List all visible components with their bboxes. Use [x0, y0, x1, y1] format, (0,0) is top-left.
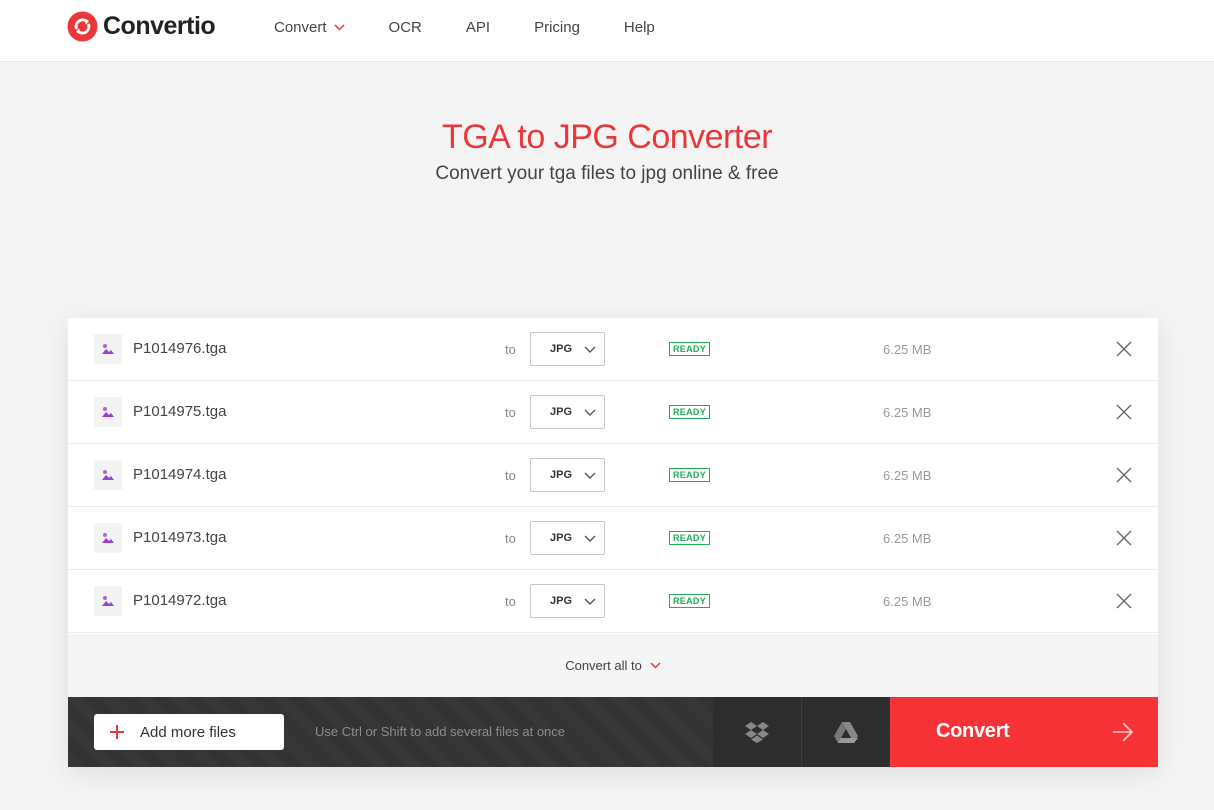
- nav-ocr[interactable]: OCR: [389, 19, 422, 36]
- multi-select-hint: Use Ctrl or Shift to add several files a…: [315, 724, 566, 739]
- nav-pricing-label: Pricing: [534, 18, 580, 36]
- nav-convert[interactable]: Convert: [274, 19, 345, 36]
- file-size: 6.25 MB: [883, 531, 932, 546]
- logo-text: Convertio: [103, 12, 216, 40]
- chevron-down-icon: [650, 662, 661, 669]
- format-select[interactable]: JPG: [530, 332, 605, 366]
- to-label: to: [505, 594, 516, 609]
- plus-icon: [110, 725, 124, 739]
- image-file-icon: [94, 397, 122, 427]
- add-more-files-label: Add more files: [140, 723, 236, 741]
- file-name: P1014973.tga: [133, 529, 227, 546]
- to-label: to: [505, 468, 516, 483]
- file-row: P1014974.tga to JPG READY 6.25 MB: [68, 444, 1158, 507]
- format-value: JPG: [550, 595, 573, 607]
- image-file-icon: [94, 460, 122, 490]
- convertio-logo-icon: [67, 11, 98, 42]
- format-select[interactable]: JPG: [530, 458, 605, 492]
- file-size: 6.25 MB: [883, 405, 932, 420]
- file-size: 6.25 MB: [883, 468, 932, 483]
- file-size: 6.25 MB: [883, 594, 932, 609]
- format-value: JPG: [550, 406, 573, 418]
- file-row: P1014972.tga to JPG READY 6.25 MB: [68, 570, 1158, 633]
- nav-help[interactable]: Help: [624, 19, 655, 36]
- close-icon[interactable]: [1116, 341, 1132, 357]
- format-select[interactable]: JPG: [530, 584, 605, 618]
- file-row: P1014975.tga to JPG READY 6.25 MB: [68, 381, 1158, 444]
- to-label: to: [505, 531, 516, 546]
- google-drive-icon: [833, 721, 858, 743]
- file-name: P1014974.tga: [133, 466, 227, 483]
- conversion-panel: P1014976.tga to JPG READY 6.25 MB P10149…: [68, 318, 1158, 767]
- close-icon[interactable]: [1116, 467, 1132, 483]
- file-name: P1014972.tga: [133, 592, 227, 609]
- arrow-right-icon: [1113, 722, 1134, 742]
- file-size: 6.25 MB: [883, 342, 932, 357]
- dropbox-button[interactable]: [713, 697, 801, 767]
- action-bar: Add more files Use Ctrl or Shift to add …: [68, 697, 1158, 767]
- status-badge: READY: [669, 531, 711, 545]
- close-icon[interactable]: [1116, 593, 1132, 609]
- nav-api-label: API: [465, 18, 491, 36]
- format-value: JPG: [550, 343, 573, 355]
- status-badge: READY: [669, 468, 711, 482]
- convert-button-label: Convert: [936, 720, 1010, 742]
- chevron-down-icon: [334, 23, 345, 31]
- close-icon[interactable]: [1116, 530, 1132, 546]
- status-badge: READY: [669, 405, 711, 419]
- add-more-files-button[interactable]: Add more files: [94, 714, 284, 750]
- chevron-down-icon: [584, 472, 596, 479]
- image-file-icon: [94, 586, 122, 616]
- page-title: TGA to JPG Converter: [441, 118, 773, 156]
- status-badge: READY: [669, 594, 711, 608]
- chevron-down-icon: [584, 535, 596, 542]
- main-nav: Convert OCR API Pricing Help: [274, 0, 699, 54]
- convert-button[interactable]: Convert: [890, 697, 1158, 767]
- nav-help-label: Help: [623, 18, 655, 36]
- nav-pricing[interactable]: Pricing: [534, 19, 580, 36]
- format-select[interactable]: JPG: [530, 521, 605, 555]
- convert-all-dropdown[interactable]: Convert all to: [68, 634, 1158, 697]
- format-select[interactable]: JPG: [530, 395, 605, 429]
- google-drive-button[interactable]: [801, 697, 889, 767]
- close-icon[interactable]: [1116, 404, 1132, 420]
- convert-all-label: Convert all to: [565, 658, 642, 673]
- chevron-down-icon: [584, 346, 596, 353]
- page-subtitle: Convert your tga files to jpg online & f…: [435, 163, 779, 184]
- dropbox-icon: [745, 722, 769, 743]
- nav-api[interactable]: API: [466, 19, 490, 36]
- to-label: to: [505, 342, 516, 357]
- site-header: Convertio Convert OCR API Pricing Help: [0, 0, 1214, 62]
- file-name: P1014976.tga: [133, 340, 227, 357]
- logo[interactable]: Convertio: [67, 11, 216, 42]
- file-name: P1014975.tga: [133, 403, 227, 420]
- image-file-icon: [94, 523, 122, 553]
- chevron-down-icon: [584, 409, 596, 416]
- file-row: P1014976.tga to JPG READY 6.25 MB: [68, 318, 1158, 381]
- chevron-down-icon: [584, 598, 596, 605]
- nav-ocr-label: OCR: [388, 18, 422, 36]
- image-file-icon: [94, 334, 122, 364]
- format-value: JPG: [550, 532, 573, 544]
- status-badge: READY: [669, 342, 711, 356]
- file-row: P1014973.tga to JPG READY 6.25 MB: [68, 507, 1158, 570]
- to-label: to: [505, 405, 516, 420]
- format-value: JPG: [550, 469, 573, 481]
- nav-convert-label: Convert: [274, 18, 327, 36]
